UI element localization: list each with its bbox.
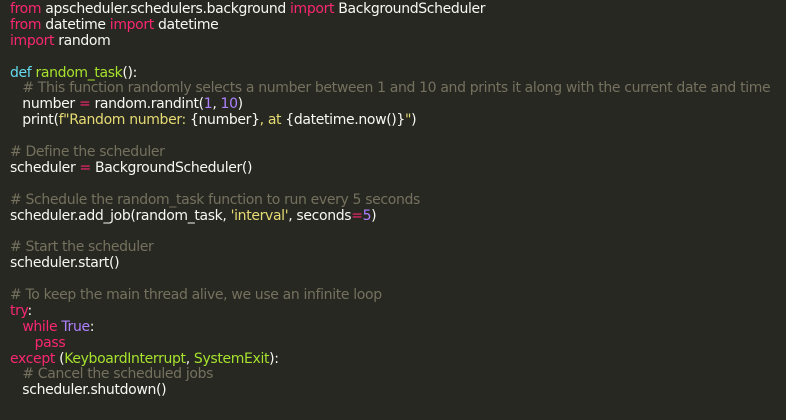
- number-token: 10: [220, 96, 238, 113]
- comment-token: # Define the scheduler: [10, 144, 165, 161]
- code-line: # Schedule the random_task function to r…: [10, 191, 786, 209]
- code-text: scheduler.start(): [10, 255, 120, 272]
- code-text: datetime: [41, 16, 110, 33]
- function-name-token: SystemExit: [193, 350, 270, 367]
- comment-token: # This function randomly selects a numbe…: [22, 80, 771, 97]
- code-line: scheduler.shutdown(): [10, 382, 786, 399]
- code-text: ,: [185, 350, 194, 367]
- keyword-token: =: [79, 159, 91, 176]
- code-line: def random_task():: [10, 64, 786, 82]
- code-text: ): [411, 112, 417, 129]
- keyword-token: =: [78, 96, 91, 113]
- comment-token: # Schedule the random_task function to r…: [10, 191, 420, 208]
- code-line: number = random.randint(1, 10): [10, 96, 786, 113]
- code-text: scheduler: [10, 159, 80, 176]
- keyword-token: import: [290, 1, 335, 17]
- code-text: apscheduler.schedulers.background: [41, 1, 291, 17]
- code-text: ): [237, 96, 243, 113]
- comment-token: # Cancel the scheduled jobs: [22, 366, 214, 383]
- code-line: # To keep the main thread alive, we use …: [10, 287, 786, 304]
- code-editor[interactable]: from apscheduler.schedulers.background i…: [0, 0, 786, 420]
- keyword-token: =: [351, 207, 363, 224]
- code-line: # This function randomly selects a numbe…: [10, 81, 786, 97]
- code-line: scheduler.add_job(random_task, 'interval…: [10, 207, 786, 225]
- keyword-token: except: [10, 350, 55, 367]
- code-line: print(f"Random number: {number}, at {dat…: [10, 112, 786, 129]
- code-line: while True:: [10, 318, 786, 336]
- code-line: try:: [10, 302, 786, 320]
- code-line: scheduler = BackgroundScheduler(): [10, 159, 786, 177]
- code-text: ():: [122, 64, 138, 81]
- keyword-token: while: [22, 318, 58, 335]
- code-line: pass: [10, 334, 786, 352]
- code-text: ): [371, 207, 377, 224]
- code-line: # Cancel the scheduled jobs: [10, 367, 786, 383]
- string-token: 'interval': [230, 207, 289, 224]
- code-text: :: [89, 318, 95, 335]
- code-text: print(: [10, 112, 59, 129]
- code-text: random: [54, 32, 111, 49]
- keyword-token: from: [10, 1, 42, 17]
- code-text: ):: [269, 350, 279, 367]
- code-text: {datetime.now()}: [285, 112, 405, 129]
- comment-token: # To keep the main thread alive, we use …: [10, 287, 382, 304]
- function-name-token: KeyboardInterrupt: [64, 350, 186, 367]
- number-token: True: [61, 318, 90, 335]
- code-text: number: [10, 96, 79, 113]
- code-line: from apscheduler.schedulers.background i…: [10, 1, 786, 18]
- code-text: BackgroundScheduler(): [90, 159, 253, 176]
- code-text: :: [27, 302, 32, 319]
- code-line: import random: [10, 32, 786, 50]
- code-text: ,: [212, 96, 221, 113]
- number-token: 5: [362, 207, 372, 224]
- comment-token: # Start the scheduler: [10, 239, 154, 256]
- code-text: , seconds: [288, 207, 352, 224]
- code-line: # Define the scheduler: [10, 144, 786, 161]
- function-name-token: random_task: [35, 64, 123, 81]
- code-text: {number}: [189, 112, 260, 129]
- string-token: f"Random number:: [58, 112, 190, 129]
- code-text: random.randint(: [90, 96, 204, 113]
- code-text: datetime: [153, 16, 219, 33]
- code-text: (: [55, 350, 65, 367]
- code-text: scheduler.add_job(random_task,: [10, 207, 231, 224]
- keyword-token: import: [10, 32, 55, 49]
- code-line: except (KeyboardInterrupt, SystemExit):: [10, 350, 786, 368]
- string-token: , at: [259, 112, 286, 129]
- code-text: BackgroundScheduler: [334, 1, 486, 17]
- code-line: # Start the scheduler: [10, 239, 786, 256]
- builtin-token: def: [10, 64, 32, 81]
- keyword-token: from: [10, 16, 42, 33]
- code-line: from datetime import datetime: [10, 16, 786, 34]
- code-text: scheduler.shutdown(): [10, 382, 167, 399]
- keyword-token: pass: [34, 334, 66, 351]
- keyword-token: import: [109, 16, 154, 33]
- code-line: scheduler.start(): [10, 255, 786, 272]
- keyword-token: try: [10, 302, 28, 319]
